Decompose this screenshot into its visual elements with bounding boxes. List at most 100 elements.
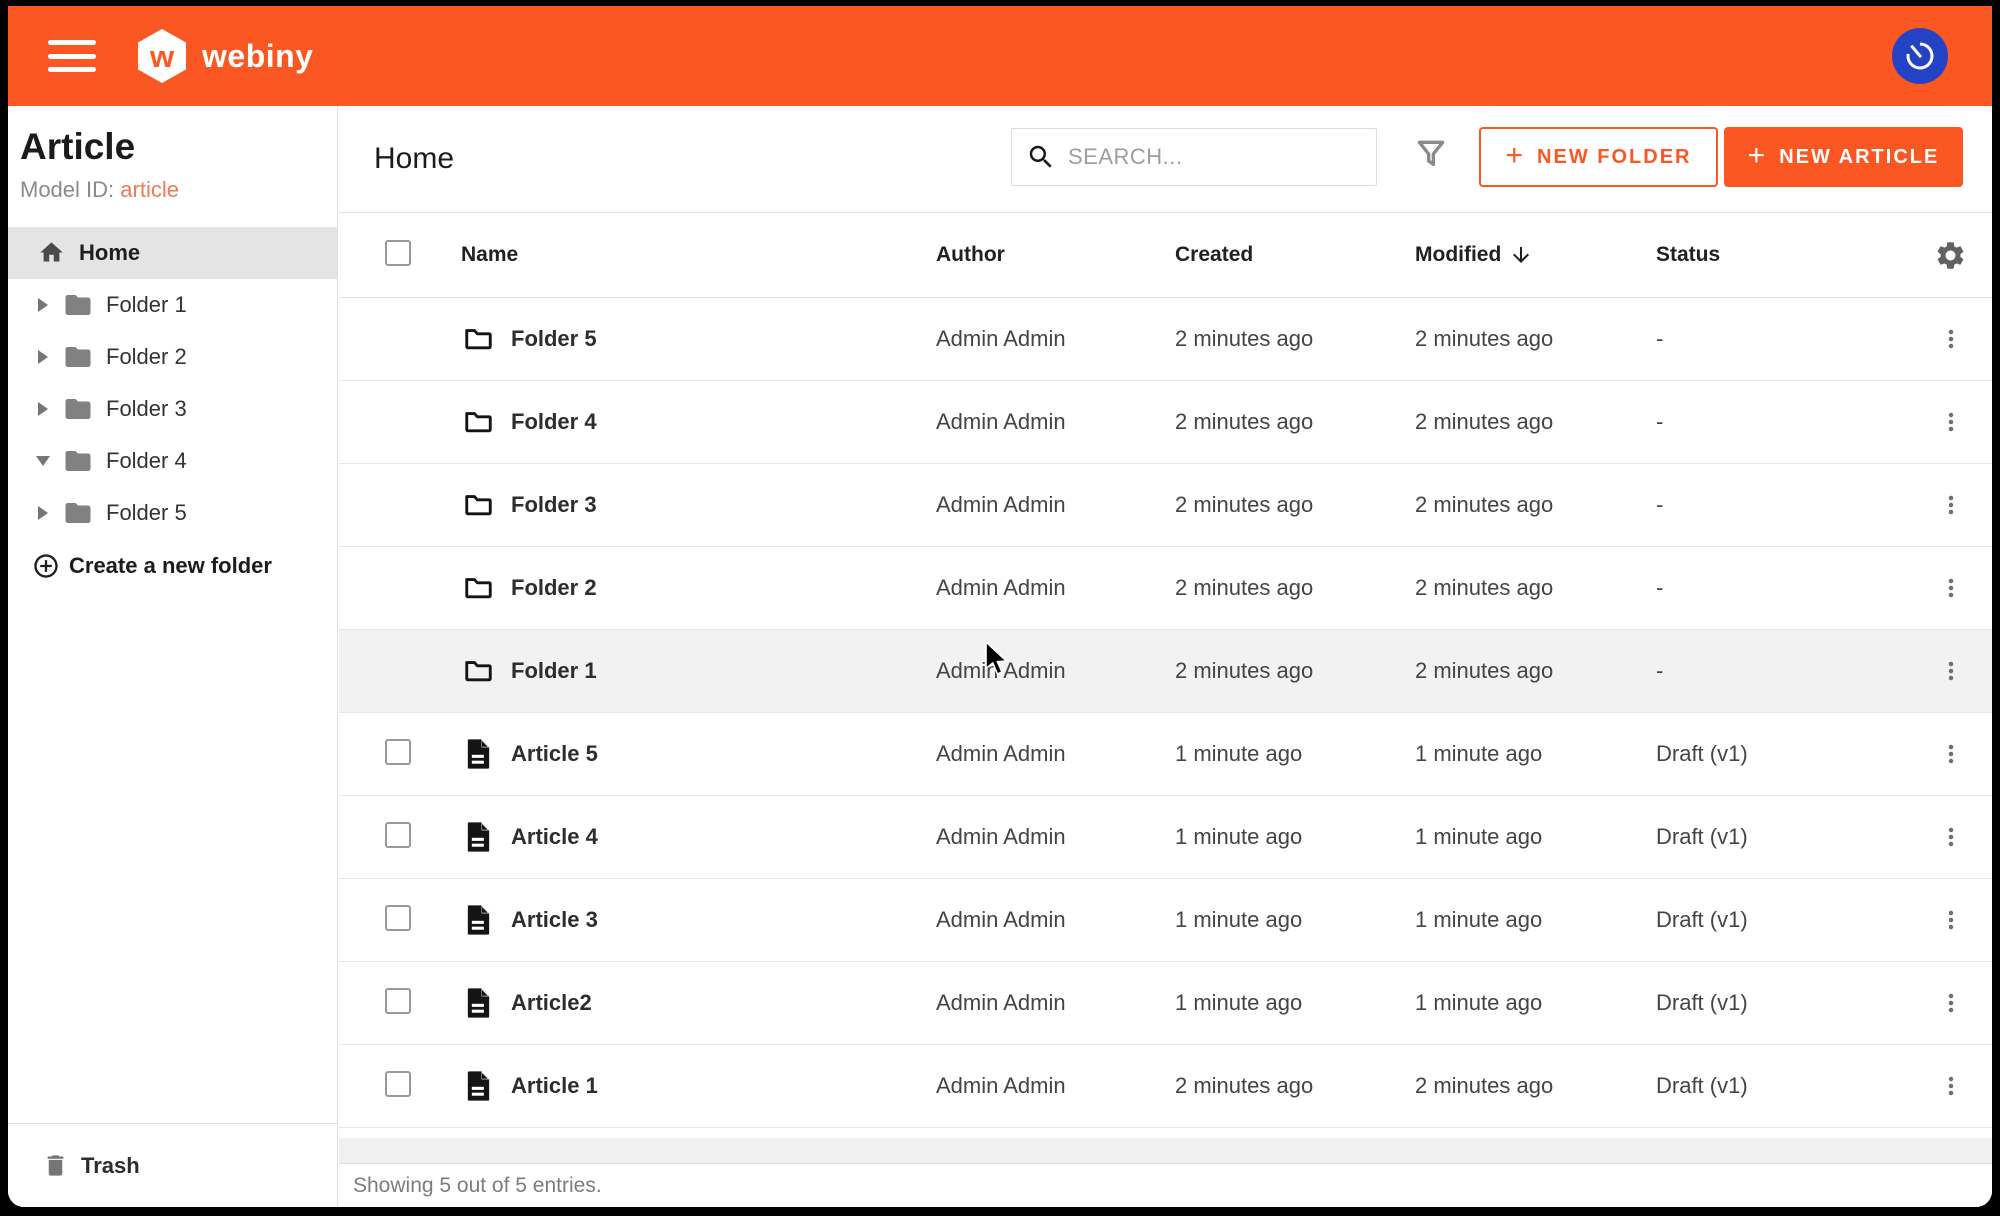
- cell-name[interactable]: Folder 1: [511, 658, 597, 684]
- create-folder-button[interactable]: Create a new folder: [8, 541, 272, 591]
- kebab-menu-icon: [1936, 1071, 1966, 1101]
- search-icon: [1026, 142, 1056, 172]
- sidebar-item-folder[interactable]: Folder 5: [8, 487, 337, 539]
- kebab-menu-icon: [1936, 905, 1966, 935]
- model-title: Article: [20, 126, 325, 169]
- cell-author: Admin Admin: [936, 824, 1175, 850]
- cell-name[interactable]: Article 1: [511, 1073, 598, 1099]
- sidebar-item-folder[interactable]: Folder 1: [8, 279, 337, 331]
- model-id-label: Model ID:: [20, 177, 114, 202]
- row-actions-button[interactable]: [1936, 656, 1966, 686]
- cell-name[interactable]: Article 5: [511, 741, 598, 767]
- column-header-modified-label: Modified: [1415, 243, 1501, 267]
- cell-status: Draft (v1): [1656, 907, 1903, 933]
- new-article-button[interactable]: + NEW ARTICLE: [1724, 127, 1963, 187]
- row-checkbox[interactable]: [385, 1071, 411, 1097]
- folder-icon: [462, 407, 494, 437]
- column-header-status[interactable]: Status: [1656, 243, 1903, 267]
- row-actions-button[interactable]: [1936, 324, 1966, 354]
- new-folder-label: NEW FOLDER: [1537, 146, 1691, 169]
- folder-icon: [63, 446, 93, 476]
- table-row[interactable]: Folder 5 Admin Admin 2 minutes ago 2 min…: [339, 298, 1992, 381]
- menu-icon[interactable]: [48, 40, 96, 72]
- row-checkbox[interactable]: [385, 822, 411, 848]
- cell-author: Admin Admin: [936, 492, 1175, 518]
- row-actions-button[interactable]: [1936, 407, 1966, 437]
- cell-name[interactable]: Folder 3: [511, 492, 597, 518]
- table-row[interactable]: Article 4 Admin Admin 1 minute ago 1 min…: [339, 796, 1992, 879]
- table-row[interactable]: Folder 1 Admin Admin 2 minutes ago 2 min…: [339, 630, 1992, 713]
- sidebar-item-folder[interactable]: Folder 4: [8, 435, 337, 487]
- filter-button[interactable]: [1411, 134, 1451, 177]
- logo-letter: w: [150, 41, 174, 72]
- app-window: w webiny Article Model ID: article Home: [8, 6, 1992, 1207]
- search-input[interactable]: [1068, 144, 1376, 170]
- folder-caret-icon[interactable]: [36, 298, 50, 312]
- table-row[interactable]: Folder 4 Admin Admin 2 minutes ago 2 min…: [339, 381, 1992, 464]
- cell-created: 1 minute ago: [1175, 824, 1415, 850]
- cell-author: Admin Admin: [936, 326, 1175, 352]
- sidebar-item-label: Home: [79, 240, 140, 266]
- cell-name[interactable]: Folder 5: [511, 326, 597, 352]
- table-row[interactable]: Article2 Admin Admin 1 minute ago 1 minu…: [339, 962, 1992, 1045]
- cell-created: 2 minutes ago: [1175, 658, 1415, 684]
- folder-icon: [63, 342, 93, 372]
- folder-caret-icon[interactable]: [36, 350, 50, 364]
- table-row[interactable]: Article 1 Admin Admin 2 minutes ago 2 mi…: [339, 1045, 1992, 1128]
- sidebar-item-home[interactable]: Home: [8, 227, 337, 279]
- cell-status: -: [1656, 658, 1903, 684]
- model-id: Model ID: article: [20, 177, 325, 203]
- folder-caret-icon[interactable]: [36, 402, 50, 416]
- sort-descending-icon: [1509, 243, 1533, 267]
- row-actions-button[interactable]: [1936, 573, 1966, 603]
- new-article-label: NEW ARTICLE: [1779, 146, 1939, 169]
- cell-name[interactable]: Article 3: [511, 907, 598, 933]
- row-checkbox[interactable]: [385, 905, 411, 931]
- cell-created: 1 minute ago: [1175, 907, 1415, 933]
- sidebar-item-folder[interactable]: Folder 2: [8, 331, 337, 383]
- column-header-author[interactable]: Author: [936, 243, 1175, 267]
- row-actions-button[interactable]: [1936, 490, 1966, 520]
- cell-name[interactable]: Folder 2: [511, 575, 597, 601]
- new-folder-button[interactable]: + NEW FOLDER: [1479, 127, 1718, 187]
- row-actions-button[interactable]: [1936, 739, 1966, 769]
- row-actions-button[interactable]: [1936, 988, 1966, 1018]
- select-all-checkbox[interactable]: [385, 240, 411, 266]
- sidebar: Article Model ID: article Home Folder 1 …: [8, 106, 338, 1207]
- trash-button[interactable]: Trash: [8, 1123, 337, 1207]
- folder-caret-icon[interactable]: [36, 456, 50, 466]
- row-checkbox[interactable]: [385, 739, 411, 765]
- cell-name[interactable]: Folder 4: [511, 409, 597, 435]
- row-actions-button[interactable]: [1936, 905, 1966, 935]
- cell-modified: 2 minutes ago: [1415, 492, 1656, 518]
- main-header: Home + NEW FOLDER + NEW ARTICLE: [339, 106, 1992, 212]
- user-avatar[interactable]: [1892, 28, 1948, 84]
- row-actions-button[interactable]: [1936, 822, 1966, 852]
- folder-item-label: Folder 4: [106, 448, 187, 474]
- cell-status: Draft (v1): [1656, 990, 1903, 1016]
- table-row[interactable]: Article 5 Admin Admin 1 minute ago 1 min…: [339, 713, 1992, 796]
- row-checkbox[interactable]: [385, 988, 411, 1014]
- kebab-menu-icon: [1936, 988, 1966, 1018]
- table-row[interactable]: Folder 2 Admin Admin 2 minutes ago 2 min…: [339, 547, 1992, 630]
- cell-name[interactable]: Article2: [511, 990, 592, 1016]
- main-content: Home + NEW FOLDER + NEW ARTICLE: [339, 106, 1992, 1207]
- sidebar-item-folder[interactable]: Folder 3: [8, 383, 337, 435]
- power-icon: [1895, 31, 1946, 82]
- cell-name[interactable]: Article 4: [511, 824, 598, 850]
- column-header-modified[interactable]: Modified: [1415, 243, 1656, 267]
- webiny-logo-icon[interactable]: w: [138, 29, 186, 83]
- table-settings-button[interactable]: [1934, 239, 1967, 272]
- folder-icon: [462, 573, 494, 603]
- row-actions-button[interactable]: [1936, 1071, 1966, 1101]
- column-header-name[interactable]: Name: [449, 243, 936, 267]
- content-background: [339, 1138, 1992, 1163]
- entries-count-footer: Showing 5 out of 5 entries.: [339, 1163, 1992, 1207]
- table-row[interactable]: Folder 3 Admin Admin 2 minutes ago 2 min…: [339, 464, 1992, 547]
- folder-icon: [462, 324, 494, 354]
- cell-author: Admin Admin: [936, 907, 1175, 933]
- folder-caret-icon[interactable]: [36, 506, 50, 520]
- column-header-created[interactable]: Created: [1175, 243, 1415, 267]
- folder-item-label: Folder 5: [106, 500, 187, 526]
- table-row[interactable]: Article 3 Admin Admin 1 minute ago 1 min…: [339, 879, 1992, 962]
